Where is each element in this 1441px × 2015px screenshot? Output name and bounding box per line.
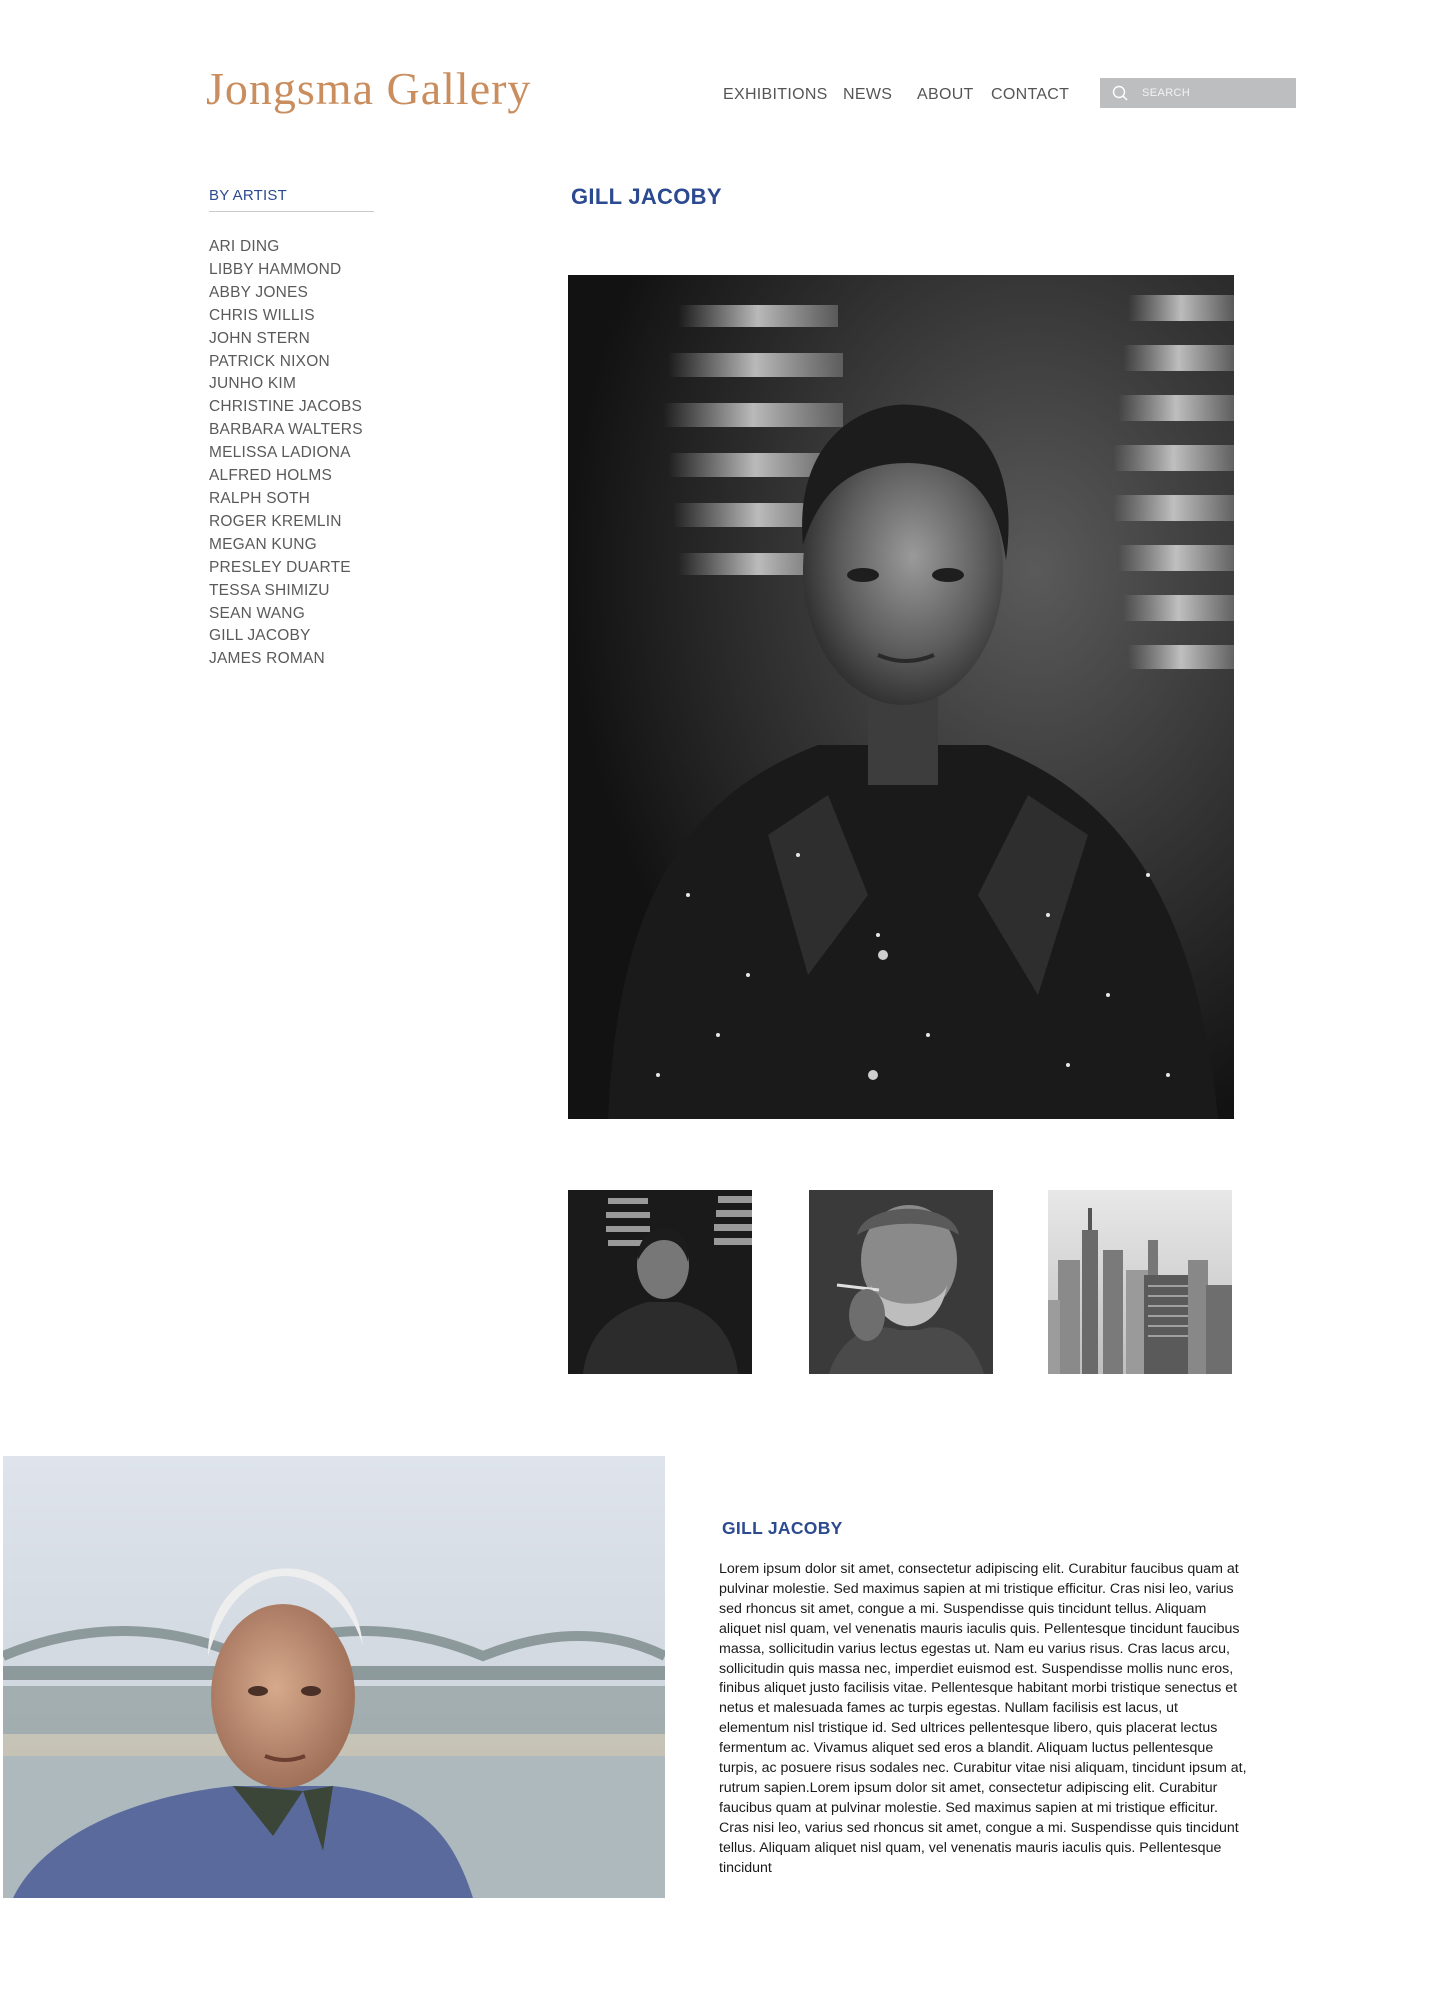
bio-text: Lorem ipsum dolor sit amet, consectetur … [719, 1561, 1247, 1876]
featured-artwork-image[interactable] [568, 275, 1234, 1119]
thumbnail-elderly-smoker[interactable] [809, 1190, 993, 1374]
sidebar-divider [209, 211, 374, 212]
artist-bio-photo [3, 1456, 665, 1898]
artist-list: ARI DING LIBBY HAMMOND ABBY JONES CHRIS … [209, 236, 363, 671]
artist-link[interactable]: ARI DING [209, 236, 363, 259]
artist-link[interactable]: ALFRED HOLMS [209, 465, 363, 488]
nav-contact[interactable]: CONTACT [991, 86, 1069, 104]
sidebar-heading: BY ARTIST [209, 187, 287, 204]
artist-title: GILL JACOBY [571, 184, 722, 209]
thumbnail-portrait[interactable] [568, 1190, 752, 1374]
artist-link[interactable]: PRESLEY DUARTE [209, 557, 363, 580]
artist-link[interactable]: ROGER KREMLIN [209, 511, 363, 534]
artist-link[interactable]: SEAN WANG [209, 603, 363, 626]
artist-link-active[interactable]: GILL JACOBY [209, 625, 363, 648]
search-box[interactable] [1100, 78, 1296, 108]
thumbnail-city-skyline[interactable] [1048, 1190, 1232, 1374]
nav-exhibitions[interactable]: EXHIBITIONS [723, 86, 828, 104]
bio-title: GILL JACOBY [722, 1518, 843, 1538]
gallery-logo[interactable]: Jongsma Gallery [206, 62, 531, 115]
artist-link[interactable]: JOHN STERN [209, 328, 363, 351]
artist-link[interactable]: JAMES ROMAN [209, 648, 363, 671]
nav-news[interactable]: NEWS [843, 86, 892, 104]
artist-link[interactable]: BARBARA WALTERS [209, 419, 363, 442]
artist-link[interactable]: CHRISTINE JACOBS [209, 396, 363, 419]
artist-link[interactable]: CHRIS WILLIS [209, 305, 363, 328]
artist-link[interactable]: MEGAN KUNG [209, 534, 363, 557]
artist-link[interactable]: ABBY JONES [209, 282, 363, 305]
nav-about[interactable]: ABOUT [917, 86, 974, 104]
artist-link[interactable]: JUNHO KIM [209, 373, 363, 396]
artist-link[interactable]: RALPH SOTH [209, 488, 363, 511]
artist-link[interactable]: PATRICK NIXON [209, 351, 363, 374]
search-input[interactable] [1142, 84, 1287, 102]
artist-link[interactable]: LIBBY HAMMOND [209, 259, 363, 282]
artist-link[interactable]: MELISSA LADIONA [209, 442, 363, 465]
search-icon[interactable] [1110, 83, 1130, 103]
artist-link[interactable]: TESSA SHIMIZU [209, 580, 363, 603]
